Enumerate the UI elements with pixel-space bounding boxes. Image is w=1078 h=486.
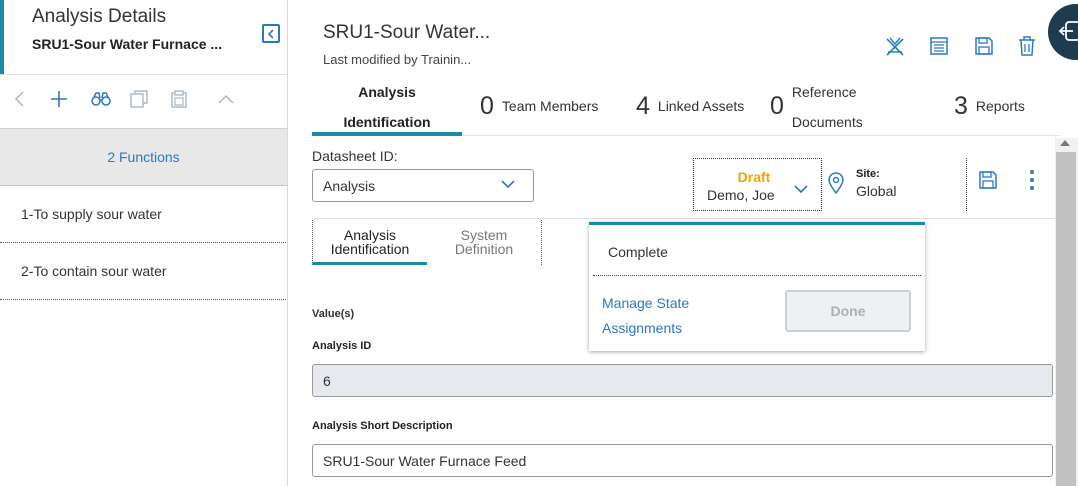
subtab-label-line1: System — [460, 227, 508, 243]
chevron-left-icon — [267, 28, 274, 39]
datasheet-icon[interactable] — [929, 36, 951, 58]
divider — [966, 158, 967, 211]
linked-assets-label: Linked Assets — [657, 98, 745, 114]
reference-documents-label-line1: Reference — [791, 84, 857, 100]
state-option-complete[interactable]: Complete — [608, 244, 668, 260]
chevron-left-icon[interactable] — [8, 88, 30, 110]
subtab-system-definition[interactable]: System Definition — [427, 220, 542, 265]
panel-title: Analysis Details — [32, 6, 167, 27]
summary-bar: Analysis Identification 0 Team Members 4… — [312, 76, 1060, 136]
values-heading: Value(s) — [312, 308, 355, 320]
team-members-count: 0 — [480, 91, 494, 120]
state-owner: Demo, Joe — [707, 187, 775, 203]
function-item[interactable]: 1-To supply sour water — [0, 186, 286, 243]
collapse-panel-button[interactable] — [262, 24, 280, 43]
left-panel: Analysis Details SRU1-Sour Water Furnace… — [0, 0, 288, 486]
reports-tab[interactable]: 3 Reports — [954, 76, 1025, 136]
state-dropdown[interactable]: Draft Demo, Joe — [693, 158, 822, 211]
functions-header[interactable]: 2 Functions — [0, 128, 287, 186]
manage-state-assignments-link[interactable]: Manage State Assignments — [602, 291, 712, 341]
divider — [312, 218, 1055, 219]
divider — [593, 275, 921, 276]
linked-assets-tab[interactable]: 4 Linked Assets — [636, 76, 744, 136]
scroll-up-arrow-icon[interactable] — [1060, 140, 1070, 146]
state-status: Draft — [737, 169, 771, 185]
reports-count: 3 — [954, 91, 968, 120]
chevron-down-icon — [794, 185, 808, 194]
done-button[interactable]: Done — [785, 290, 911, 332]
analysis-id-value: 6 — [323, 372, 331, 389]
location-pin-icon — [828, 172, 844, 194]
team-members-tab[interactable]: 0 Team Members — [480, 76, 598, 136]
tab-label-line2: Identification — [343, 114, 431, 130]
left-accent-bar — [0, 0, 4, 74]
chevron-down-icon — [501, 180, 515, 189]
state-popup: Complete Manage State Assignments Done — [589, 222, 925, 351]
save-icon[interactable] — [978, 170, 998, 190]
more-options-icon[interactable] — [1029, 170, 1035, 190]
page-title: SRU1-Sour Water... — [323, 22, 491, 43]
paste-icon[interactable] — [168, 88, 190, 110]
subtab-label-line2: Definition — [454, 241, 514, 257]
exit-icon — [1058, 21, 1078, 41]
site-label: Site: — [856, 168, 880, 180]
save-icon[interactable] — [974, 36, 996, 58]
tab-label-line1: Analysis — [358, 84, 416, 100]
subtab-analysis-identification[interactable]: Analysis Identification — [312, 220, 427, 265]
short-description-label: Analysis Short Description — [312, 420, 453, 432]
tab-analysis-identification[interactable]: Analysis Identification — [312, 76, 462, 136]
site-value: Global — [856, 183, 897, 199]
copy-icon[interactable] — [128, 88, 150, 110]
chevron-up-icon[interactable] — [215, 88, 237, 110]
asset-hierarchy-icon[interactable] — [884, 36, 906, 58]
binoculars-icon[interactable] — [90, 88, 112, 110]
linked-assets-count: 4 — [636, 91, 650, 120]
datasheet-value: Analysis — [323, 177, 376, 194]
panel-subtitle: SRU1-Sour Water Furnace ... — [32, 36, 223, 52]
team-members-label: Team Members — [501, 98, 599, 114]
reference-documents-label-line2: Documents — [791, 114, 863, 130]
short-description-field[interactable]: SRU1-Sour Water Furnace Feed — [312, 444, 1053, 477]
subtab-label-line1: Analysis — [343, 227, 397, 243]
analysis-id-label: Analysis ID — [312, 340, 372, 352]
last-modified-text: Last modified by Trainin... — [323, 52, 472, 67]
link-line1: Manage State — [602, 295, 690, 311]
link-line2: Assignments — [602, 320, 683, 336]
reports-label: Reports — [975, 98, 1025, 114]
subtab-label-line2: Identification — [330, 241, 410, 257]
analysis-id-field: 6 — [312, 364, 1053, 397]
plus-icon[interactable] — [48, 88, 70, 110]
delete-icon[interactable] — [1018, 36, 1040, 58]
scrollbar-thumb[interactable] — [1056, 152, 1076, 486]
reference-documents-tab[interactable]: 0 Reference Documents — [770, 76, 882, 136]
datasheet-select[interactable]: Analysis — [312, 169, 534, 202]
datasheet-label: Datasheet ID: — [312, 148, 398, 164]
function-item[interactable]: 2-To contain sour water — [0, 243, 286, 300]
short-description-value: SRU1-Sour Water Furnace Feed — [323, 452, 527, 469]
reference-documents-count: 0 — [770, 91, 784, 120]
exit-circle-button[interactable] — [1048, 4, 1078, 60]
divider — [0, 74, 288, 75]
